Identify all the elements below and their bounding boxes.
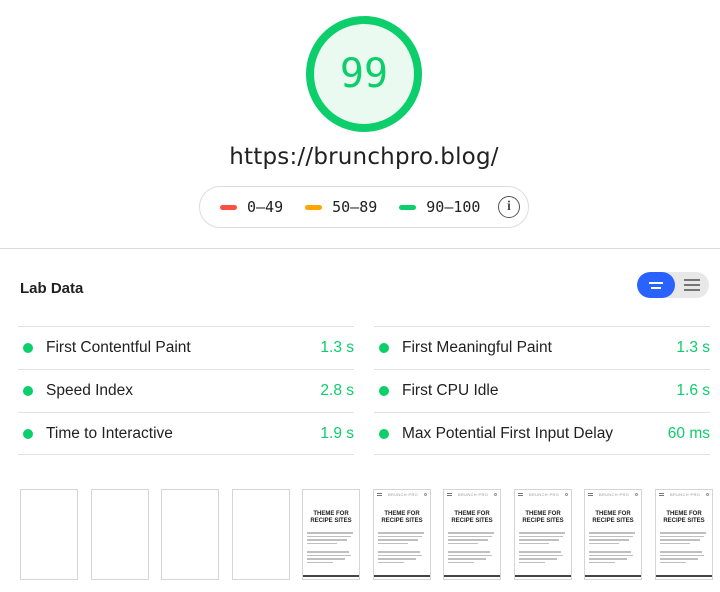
frame-brand: BRUNCH·PRO: [387, 491, 419, 497]
frame-header: [303, 490, 359, 498]
frame-text-lines: [307, 532, 355, 563]
expanded-view-icon[interactable]: [637, 272, 675, 298]
menu-icon: [377, 492, 382, 496]
section-title: Lab Data: [20, 280, 84, 297]
metric-label: Speed Index: [46, 382, 134, 399]
metric-label: First Contentful Paint: [46, 339, 191, 356]
frame-footer-bar: [585, 575, 641, 577]
frame-footer-bar: [515, 575, 571, 577]
menu-icon: [518, 492, 523, 496]
section-divider: [0, 248, 720, 249]
metric-value: 1.3 s: [676, 339, 710, 356]
metric-label: First Meaningful Paint: [402, 339, 552, 356]
frame-text-lines: [660, 532, 708, 563]
legend-item-fail: 0–49: [220, 198, 283, 216]
filmstrip-frame: THEME FOR RECIPE SITES: [302, 489, 360, 580]
score-value: 99: [339, 51, 389, 97]
legend-swatch-pass: [399, 204, 417, 210]
filmstrip-frame: [91, 489, 149, 580]
metric-label: First CPU Idle: [402, 382, 499, 399]
pass-indicator-icon: [23, 429, 33, 439]
pass-indicator-icon: [379, 343, 389, 353]
legend-swatch-fail: [220, 204, 237, 210]
metric-speed-index: Speed Index 2.8 s: [18, 369, 354, 412]
frame-header: BRUNCH·PRO: [515, 490, 571, 498]
metric-time-to-interactive: Time to Interactive 1.9 s: [18, 412, 354, 455]
filmstrip-frame: BRUNCH·PRO THEME FOR RECIPE SITES: [514, 489, 572, 580]
filmstrip-frame: [20, 489, 78, 580]
legend-item-pass: 90–100: [399, 198, 480, 216]
filmstrip-frame: BRUNCH·PRO THEME FOR RECIPE SITES: [584, 489, 642, 580]
metric-label: Time to Interactive: [46, 425, 173, 442]
frame-brand: BRUNCH·PRO: [457, 491, 489, 497]
frame-text-lines: [378, 532, 426, 563]
legend-label-pass: 90–100: [426, 198, 481, 216]
frame-brand: BRUNCH·PRO: [598, 491, 630, 497]
metric-value: 1.9 s: [320, 425, 354, 442]
frame-footer-bar: [656, 575, 712, 577]
legend-label-average: 50–89: [332, 198, 378, 216]
legend-swatch-average: [305, 204, 323, 210]
frame-brand: BRUNCH·PRO: [528, 491, 560, 497]
legend-item-average: 50–89: [305, 198, 377, 216]
filmstrip-frame: BRUNCH·PRO THEME FOR RECIPE SITES: [373, 489, 431, 580]
frame-brand: BRUNCH·PRO: [669, 491, 701, 497]
view-toggle[interactable]: [637, 272, 709, 298]
metric-value: 1.3 s: [320, 339, 354, 356]
pass-indicator-icon: [379, 429, 389, 439]
metric-label: Max Potential First Input Delay: [402, 425, 614, 442]
frame-footer-bar: [374, 575, 430, 577]
metric-value: 1.6 s: [676, 382, 710, 399]
search-icon: [706, 492, 709, 496]
metric-first-cpu-idle: First CPU Idle 1.6 s: [374, 369, 710, 412]
search-icon: [565, 492, 568, 496]
score-legend: 0–49 50–89 90–100 i: [199, 186, 529, 228]
frame-header: BRUNCH·PRO: [444, 490, 500, 498]
legend-label-fail: 0–49: [247, 198, 284, 216]
search-icon: [424, 492, 427, 496]
info-icon[interactable]: i: [498, 196, 520, 218]
performance-score-gauge: 99: [304, 14, 424, 134]
pass-indicator-icon: [23, 343, 33, 353]
metric-first-contentful-paint: First Contentful Paint 1.3 s: [18, 326, 354, 369]
frame-title: THEME FOR RECIPE SITES: [451, 511, 493, 524]
metric-value: 2.8 s: [320, 382, 354, 399]
frame-text-lines: [448, 532, 496, 563]
menu-icon: [659, 492, 664, 496]
menu-icon: [588, 492, 593, 496]
list-view-icon[interactable]: [675, 272, 709, 298]
pass-indicator-icon: [379, 386, 389, 396]
frame-title: THEME FOR RECIPE SITES: [663, 511, 705, 524]
page-url: https://brunchpro.blog/: [229, 144, 499, 170]
filmstrip: THEME FOR RECIPE SITES BRUNCH·PRO THEME FO…: [20, 489, 713, 580]
frame-header: BRUNCH·PRO: [585, 490, 641, 498]
filmstrip-frame: BRUNCH·PRO THEME FOR RECIPE SITES: [655, 489, 713, 580]
frame-footer-bar: [303, 575, 359, 577]
frame-header: BRUNCH·PRO: [374, 490, 430, 498]
filmstrip-frame: BRUNCH·PRO THEME FOR RECIPE SITES: [443, 489, 501, 580]
frame-text-lines: [519, 532, 567, 563]
frame-title: THEME FOR RECIPE SITES: [522, 511, 564, 524]
frame-title: THEME FOR RECIPE SITES: [592, 511, 634, 524]
metric-first-meaningful-paint: First Meaningful Paint 1.3 s: [374, 326, 710, 369]
filmstrip-frame: [232, 489, 290, 580]
filmstrip-frame: [161, 489, 219, 580]
search-icon: [635, 492, 638, 496]
frame-footer-bar: [444, 575, 500, 577]
metric-max-potential-fid: Max Potential First Input Delay 60 ms: [374, 412, 710, 455]
pass-indicator-icon: [23, 386, 33, 396]
search-icon: [494, 492, 497, 496]
frame-text-lines: [589, 532, 637, 563]
menu-icon: [447, 492, 452, 496]
metric-value: 60 ms: [667, 425, 710, 442]
frame-title: THEME FOR RECIPE SITES: [310, 511, 352, 524]
frame-header: BRUNCH·PRO: [656, 490, 712, 498]
frame-title: THEME FOR RECIPE SITES: [381, 511, 423, 524]
